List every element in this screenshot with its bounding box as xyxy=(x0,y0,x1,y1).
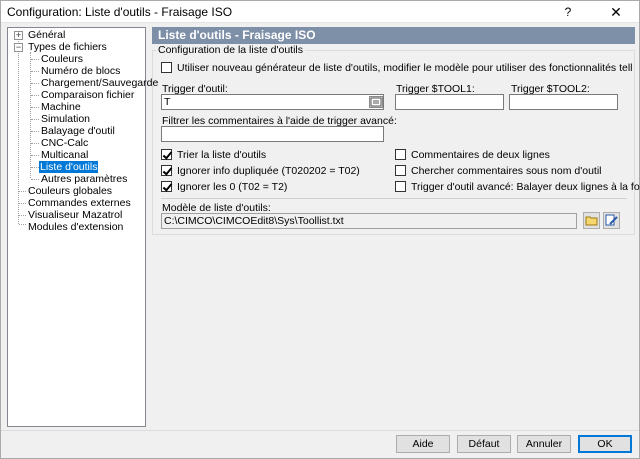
two-line-comments-label: Commentaires de deux lignes xyxy=(411,149,550,161)
expand-icon[interactable]: + xyxy=(14,31,23,40)
tree-connector xyxy=(19,224,26,225)
sort-list-label: Trier la liste d'outils xyxy=(177,149,267,161)
new-generator-label: Utiliser nouveau générateur de liste d'o… xyxy=(177,62,633,74)
group-label: Configuration de la liste d'outils xyxy=(156,44,306,56)
tree-connector xyxy=(31,107,39,108)
new-generator-checkbox[interactable] xyxy=(161,62,172,73)
separator xyxy=(161,198,627,199)
search-comments-label: Chercher commentaires sous nom d'outil xyxy=(411,165,602,177)
footer-divider xyxy=(1,430,639,431)
close-button[interactable]: ✕ xyxy=(596,2,636,22)
tree-item-external-commands[interactable]: Commandes externes xyxy=(27,197,132,209)
tree-item-load-save[interactable]: Chargement/Sauvegarde xyxy=(40,77,159,89)
tree-item-machine[interactable]: Machine xyxy=(40,101,82,113)
help-button[interactable]: Aide xyxy=(396,435,450,453)
tree-connector xyxy=(19,215,26,216)
tree-item-extension-modules[interactable]: Modules d'extension xyxy=(27,221,124,233)
tree-item-cnc-calc[interactable]: CNC-Calc xyxy=(40,137,89,149)
tree-connector xyxy=(19,203,26,204)
tree-item-multichannel[interactable]: Multicanal xyxy=(40,149,89,161)
settings-tree[interactable]: + Général − Types de fichiers Couleurs N… xyxy=(7,27,158,427)
search-comments-option[interactable]: Chercher commentaires sous nom d'outil xyxy=(395,165,602,178)
default-button[interactable]: Défaut xyxy=(457,435,511,453)
tree-connector xyxy=(19,191,26,192)
tree-item-other-params[interactable]: Autres paramètres xyxy=(40,173,128,185)
trigger-input[interactable]: T xyxy=(161,94,384,110)
new-generator-option[interactable]: Utiliser nouveau générateur de liste d'o… xyxy=(161,62,633,75)
advanced-trigger-option[interactable]: Trigger d'outil avancé: Balayer deux lig… xyxy=(395,181,640,194)
tree-item-file-compare[interactable]: Comparaison fichier xyxy=(40,89,135,101)
tree-connector xyxy=(31,119,39,120)
tree-item-mazatrol-viewer[interactable]: Visualiseur Mazatrol xyxy=(27,209,123,221)
edit-template-button[interactable] xyxy=(603,212,620,229)
cancel-button[interactable]: Annuler xyxy=(517,435,571,453)
tree-connector xyxy=(31,155,39,156)
ignore-duplicate-checkbox[interactable] xyxy=(161,165,172,176)
ignore-duplicate-label: Ignorer info dupliquée (T020202 = T02) xyxy=(177,165,360,177)
help-title-button[interactable]: ? xyxy=(554,2,582,22)
edit-icon xyxy=(605,214,618,226)
tree-connector xyxy=(31,179,39,180)
tree-connector xyxy=(31,143,39,144)
ignore-zeros-checkbox[interactable] xyxy=(161,181,172,192)
tool1-input[interactable] xyxy=(395,94,504,110)
tree-connector xyxy=(31,59,39,60)
config-window: Configuration: Liste d'outils - Fraisage… xyxy=(0,0,640,459)
tree-item-file-types[interactable]: Types de fichiers xyxy=(27,41,108,53)
tree-connector xyxy=(31,95,39,96)
tree-item-tool-sweep[interactable]: Balayage d'outil xyxy=(40,125,116,137)
advanced-trigger-label: Trigger d'outil avancé: Balayer deux lig… xyxy=(411,181,640,193)
ignore-duplicate-option[interactable]: Ignorer info dupliquée (T020202 = T02) xyxy=(161,165,360,178)
ignore-zeros-option[interactable]: Ignorer les 0 (T02 = T2) xyxy=(161,181,287,194)
tree-item-general[interactable]: Général xyxy=(27,29,66,41)
title-bar: Configuration: Liste d'outils - Fraisage… xyxy=(1,1,639,23)
tree-connector xyxy=(18,37,19,224)
folder-icon xyxy=(585,216,598,226)
tree-connector xyxy=(31,71,39,72)
tree-item-tool-list[interactable]: Liste d'outils xyxy=(39,161,99,173)
sort-list-option[interactable]: Trier la liste d'outils xyxy=(161,149,266,162)
advanced-trigger-checkbox[interactable] xyxy=(395,181,406,192)
tree-connector xyxy=(31,131,39,132)
notepad-icon[interactable] xyxy=(369,96,383,108)
tree-item-block-numbers[interactable]: Numéro de blocs xyxy=(40,65,121,77)
tree-item-colors[interactable]: Couleurs xyxy=(40,53,84,65)
search-comments-checkbox[interactable] xyxy=(395,165,406,176)
tree-connector xyxy=(31,167,39,168)
sort-list-checkbox[interactable] xyxy=(161,149,172,160)
filter-input[interactable] xyxy=(161,126,384,142)
panel-title: Liste d'outils - Fraisage ISO xyxy=(152,27,635,44)
ok-button[interactable]: OK xyxy=(578,435,632,453)
two-line-comments-option[interactable]: Commentaires de deux lignes xyxy=(395,149,550,162)
tree-item-simulation[interactable]: Simulation xyxy=(40,113,91,125)
browse-folder-button[interactable] xyxy=(583,212,600,229)
template-path-input[interactable]: C:\CIMCO\CIMCOEdit8\Sys\Toollist.txt xyxy=(161,213,577,229)
two-line-comments-checkbox[interactable] xyxy=(395,149,406,160)
collapse-icon[interactable]: − xyxy=(14,43,23,52)
tree-item-global-colors[interactable]: Couleurs globales xyxy=(27,185,113,197)
tool2-input[interactable] xyxy=(509,94,618,110)
window-title: Configuration: Liste d'outils - Fraisage… xyxy=(7,5,233,19)
ignore-zeros-label: Ignorer les 0 (T02 = T2) xyxy=(177,181,288,193)
tree-connector xyxy=(31,83,39,84)
